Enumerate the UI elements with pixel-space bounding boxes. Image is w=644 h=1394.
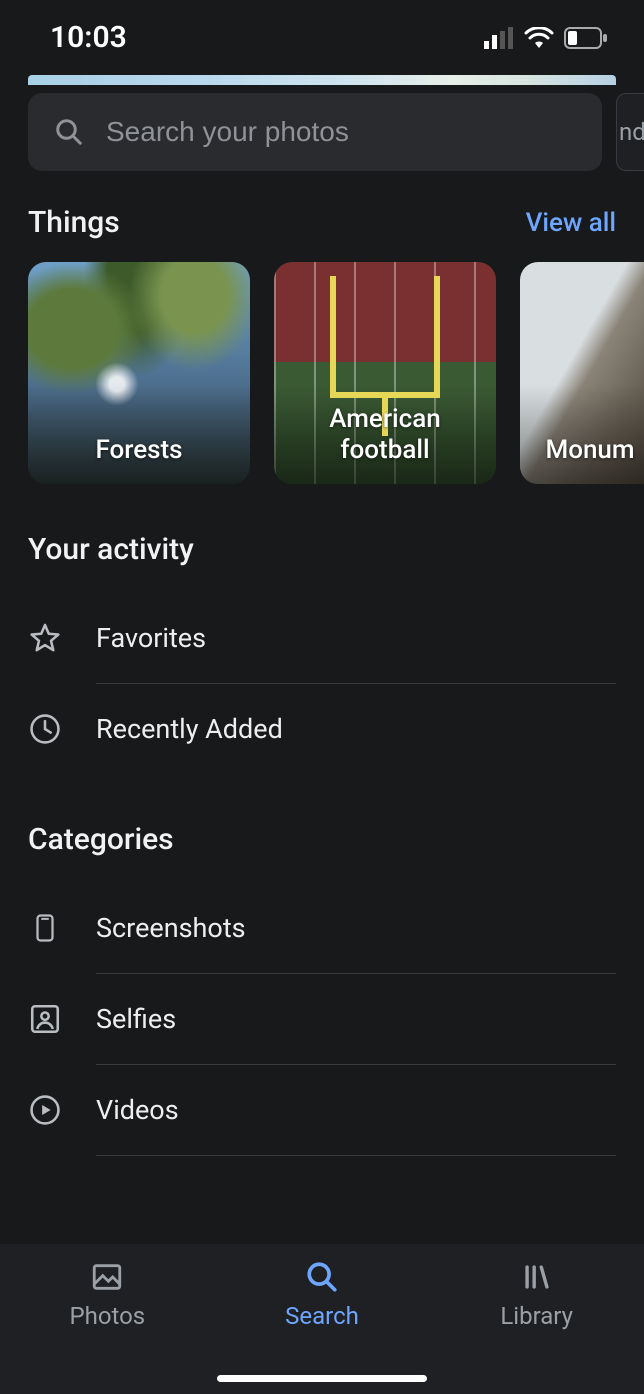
nav-label: Search [285,1302,359,1330]
image-icon [90,1260,124,1294]
things-title: Things [28,205,120,240]
nav-tab-search[interactable]: Search [215,1260,430,1330]
thing-card-forests[interactable]: Forests [28,262,250,484]
map-preview-sliver[interactable] [28,75,616,85]
home-indicator[interactable] [217,1375,427,1382]
phone-icon [28,911,62,945]
search-bar[interactable] [28,93,602,171]
divider [96,1155,616,1156]
status-time: 10:03 [50,20,127,55]
list-label: Selfies [96,1003,616,1035]
things-header: Things View all [0,171,644,258]
library-icon [520,1260,554,1294]
categories-section: Categories Screenshots Selfies [0,774,644,1156]
list-label: Favorites [96,622,616,654]
nav-label: Photos [69,1302,145,1330]
search-icon [54,117,84,147]
category-item-screenshots[interactable]: Screenshots [28,883,616,973]
nav-tab-library[interactable]: Library [429,1260,644,1330]
thing-label: Forests [95,435,182,466]
status-bar: 10:03 [0,0,644,75]
star-icon [28,621,62,655]
categories-title: Categories [28,822,616,857]
search-icon [305,1260,339,1294]
thing-label: American football [329,404,440,466]
status-icons [484,27,608,49]
things-row[interactable]: Forests American football Monum [0,258,644,484]
battery-icon [564,27,608,49]
activity-item-favorites[interactable]: Favorites [28,593,616,683]
activity-section: Your activity Favorites Recently Added [0,484,644,774]
thing-card-monuments[interactable]: Monum [520,262,644,484]
calendar-chip-text: nda [619,118,644,146]
bottom-nav: Photos Search Library [0,1244,644,1394]
things-view-all[interactable]: View all [526,208,616,238]
nav-label: Library [500,1302,573,1330]
clock-icon [28,712,62,746]
list-label: Videos [96,1094,616,1126]
cell-signal-icon [484,27,514,49]
category-item-selfies[interactable]: Selfies [28,974,616,1064]
calendar-chip[interactable]: nda [616,93,644,171]
thing-label: Monum [545,435,634,466]
person-square-icon [28,1002,62,1036]
play-circle-icon [28,1093,62,1127]
list-label: Screenshots [96,912,616,944]
wifi-icon [524,27,554,49]
category-item-videos[interactable]: Videos [28,1065,616,1155]
thing-card-american-football[interactable]: American football [274,262,496,484]
list-label: Recently Added [96,713,616,745]
activity-title: Your activity [28,532,616,567]
nav-tab-photos[interactable]: Photos [0,1260,215,1330]
activity-item-recently-added[interactable]: Recently Added [28,684,616,774]
search-input[interactable] [106,116,576,148]
